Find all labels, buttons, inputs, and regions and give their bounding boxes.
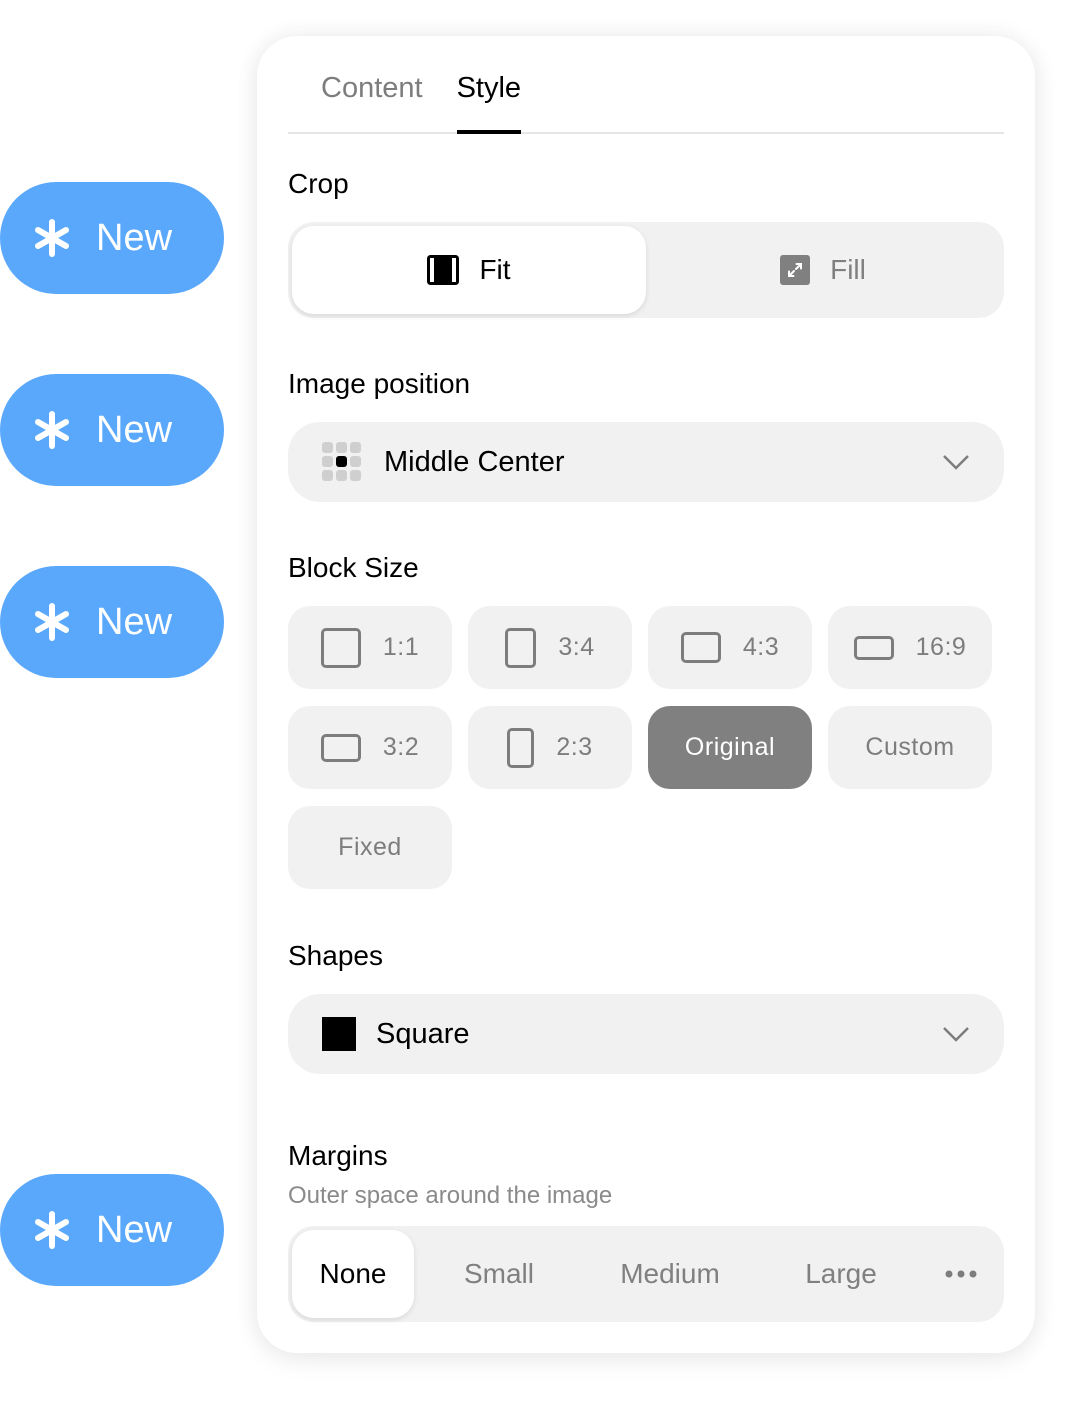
square-shape-icon [322,1017,356,1051]
block-size-3-2[interactable]: 3:2 [288,706,452,789]
margins-large-option[interactable]: Large [756,1230,926,1318]
margins-segmented-control: None Small Medium Large [288,1226,1004,1322]
crop-segmented-control: Fit Fill [288,222,1004,318]
block-size-16-9[interactable]: 16:9 [828,606,992,689]
margins-more-button[interactable] [926,1230,996,1318]
new-button[interactable]: New [0,1174,224,1286]
shapes-dropdown[interactable]: Square [288,994,1004,1074]
block-size-label-text: 4:3 [742,633,780,661]
image-position-value: Middle Center [384,445,565,478]
position-grid-icon [322,442,361,481]
new-button-label: New [96,1208,173,1251]
style-settings-panel: Content Style Crop Fit Fill Image positi… [257,36,1035,1353]
image-position-dropdown[interactable]: Middle Center [288,422,1004,502]
crop-fit-option[interactable]: Fit [292,226,646,314]
block-size-label-text: Custom [865,733,955,761]
crop-fit-label: Fit [479,254,511,285]
new-button[interactable]: New [0,374,224,486]
asterisk-icon [35,219,69,257]
block-size-label: Block Size [288,552,419,583]
image-position-label: Image position [288,368,471,399]
tab-content[interactable]: Content [321,66,423,132]
tab-bar: Content Style [288,66,1004,134]
ratio-16-9-icon [853,635,894,660]
margins-none-option[interactable]: None [292,1230,414,1318]
more-horizontal-icon [945,1270,977,1278]
block-size-1-1[interactable]: 1:1 [288,606,452,689]
margins-small-option[interactable]: Small [414,1230,584,1318]
block-size-2-3[interactable]: 2:3 [468,706,632,789]
chevron-down-icon [943,455,969,470]
block-size-original[interactable]: Original [648,706,812,789]
tab-style[interactable]: Style [456,66,522,134]
fill-expand-icon [780,255,811,285]
block-size-label-text: Fixed [338,833,402,861]
new-button[interactable]: New [0,566,224,678]
stage: New New New New Content Style Crop Fit F… [0,0,1084,1414]
margins-label: Margins [288,1140,388,1171]
block-size-label-text: 16:9 [915,633,967,661]
block-size-label-text: 3:4 [558,633,595,661]
ratio-3-4-icon [505,627,537,668]
block-size-label-text: Original [684,733,776,761]
crop-fill-option[interactable]: Fill [646,226,1000,314]
new-button[interactable]: New [0,182,224,294]
block-size-4-3[interactable]: 4:3 [648,606,812,689]
block-size-label-text: 2:3 [556,733,593,761]
crop-fill-label: Fill [830,254,866,285]
fit-icon [427,255,460,285]
ratio-4-3-icon [680,632,721,663]
asterisk-icon [35,603,69,641]
new-button-label: New [96,600,173,643]
block-size-label-text: 1:1 [382,633,420,661]
crop-label: Crop [288,168,349,199]
new-button-label: New [96,408,173,451]
ratio-1-1-icon [320,627,361,668]
margins-description: Outer space around the image [288,1182,613,1209]
block-size-custom[interactable]: Custom [828,706,992,789]
ratio-2-3-icon [507,727,535,768]
block-size-3-4[interactable]: 3:4 [468,606,632,689]
ratio-3-2-icon [320,733,361,762]
asterisk-icon [35,411,69,449]
block-size-fixed[interactable]: Fixed [288,806,452,889]
new-button-label: New [96,216,173,259]
margins-medium-option[interactable]: Medium [584,1230,756,1318]
block-size-label-text: 3:2 [382,733,420,761]
chevron-down-icon [943,1027,969,1042]
shapes-label: Shapes [288,940,383,971]
shapes-value: Square [376,1017,470,1050]
asterisk-icon [35,1211,69,1249]
